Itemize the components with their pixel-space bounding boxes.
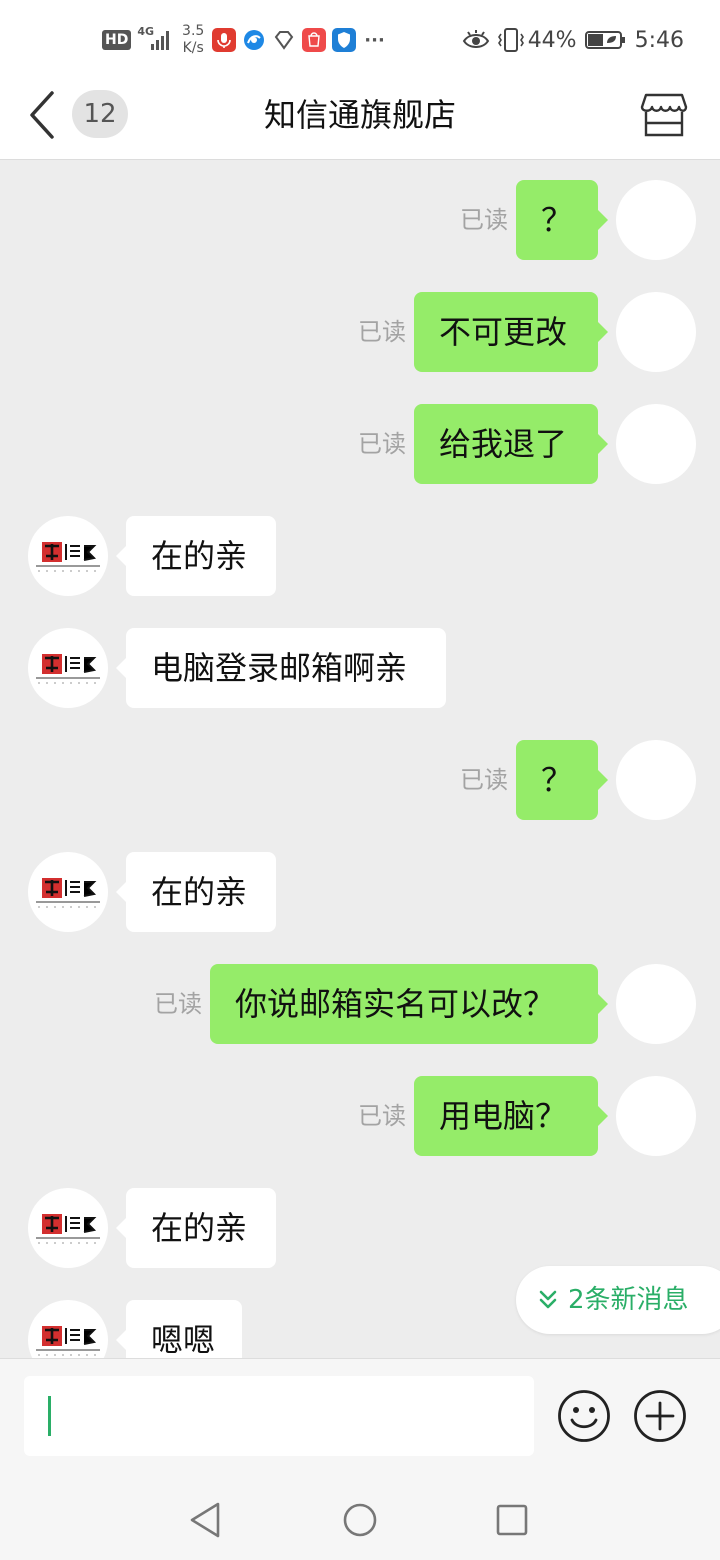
message-text: 你说邮箱实名可以改？ bbox=[235, 985, 556, 1023]
new-messages-button[interactable]: 2条新消息 bbox=[516, 1266, 720, 1334]
my-avatar[interactable] bbox=[616, 740, 696, 820]
my-avatar[interactable] bbox=[616, 180, 696, 260]
nav-home-icon[interactable] bbox=[340, 1500, 380, 1540]
message-text: ？ bbox=[541, 201, 574, 239]
message-text: 在的亲 bbox=[151, 537, 248, 575]
read-receipt: 已读 bbox=[358, 430, 406, 458]
more-notifications-icon: ··· bbox=[364, 29, 385, 51]
my-avatar[interactable] bbox=[616, 404, 696, 484]
emoji-icon[interactable] bbox=[557, 1389, 611, 1443]
page-title: 知信通旗舰店 bbox=[263, 96, 456, 134]
appgallery-app-icon bbox=[302, 28, 327, 52]
text-caret bbox=[48, 1396, 51, 1436]
read-receipt: 已读 bbox=[460, 766, 508, 794]
battery-percent: 44% bbox=[527, 27, 577, 53]
chat-header: 12 知信通旗舰店 bbox=[0, 80, 720, 160]
status-left-icons: HD 4G 3.5 K/s ··· bbox=[102, 0, 385, 80]
recorder-app-icon bbox=[212, 28, 237, 52]
message-text: 给我退了 bbox=[439, 425, 568, 463]
message-bubble[interactable]: 不可更改 bbox=[414, 292, 608, 372]
network-speed-value: 3.5 bbox=[182, 23, 205, 39]
input-bar bbox=[0, 1358, 720, 1480]
new-messages-label: 2条新消息 bbox=[568, 1285, 689, 1315]
message-text: 不可更改 bbox=[439, 313, 568, 351]
diamond-app-icon bbox=[275, 31, 294, 50]
message-input[interactable] bbox=[24, 1376, 534, 1456]
network-speed: 3.5 K/s bbox=[182, 23, 204, 57]
status-bar: HD 4G 3.5 K/s ··· 44% 5:46 bbox=[0, 0, 720, 80]
message-bubble[interactable]: ？ bbox=[516, 180, 608, 260]
vibrate-icon bbox=[497, 28, 524, 52]
network-type: 4G bbox=[137, 24, 155, 38]
shop-avatar[interactable] bbox=[28, 852, 108, 932]
shop-logo-icon bbox=[36, 878, 100, 908]
security-app-icon bbox=[332, 28, 357, 52]
message-bubble[interactable]: 在的亲 bbox=[116, 852, 276, 932]
message-text: 在的亲 bbox=[151, 873, 248, 911]
network-speed-unit: K/s bbox=[182, 40, 204, 56]
message-text: 用电脑？ bbox=[439, 1097, 568, 1135]
status-right-icons: 44% 5:46 bbox=[462, 0, 684, 80]
message-text: 在的亲 bbox=[151, 1209, 248, 1247]
my-avatar[interactable] bbox=[616, 1076, 696, 1156]
shop-logo-icon bbox=[36, 542, 100, 572]
store-icon[interactable] bbox=[640, 93, 688, 137]
double-chevron-down-icon bbox=[539, 1290, 557, 1309]
message-text: 电脑登录邮箱啊亲 bbox=[151, 649, 408, 687]
message-bubble[interactable]: 给我退了 bbox=[414, 404, 608, 484]
read-receipt: 已读 bbox=[358, 318, 406, 346]
read-receipt: 已读 bbox=[358, 1102, 406, 1130]
my-avatar[interactable] bbox=[616, 964, 696, 1044]
eye-comfort-icon bbox=[462, 30, 489, 48]
read-receipt: 已读 bbox=[460, 206, 508, 234]
nav-back-icon[interactable] bbox=[186, 1500, 226, 1540]
shop-logo-icon bbox=[36, 654, 100, 684]
my-avatar[interactable] bbox=[616, 292, 696, 372]
shop-logo-icon bbox=[36, 1326, 100, 1356]
system-nav-bar bbox=[0, 1480, 720, 1560]
shop-avatar[interactable] bbox=[28, 516, 108, 596]
shop-logo-icon bbox=[36, 1214, 100, 1244]
hd-indicator: HD bbox=[102, 30, 132, 50]
message-bubble[interactable]: 电脑登录邮箱啊亲 bbox=[116, 628, 446, 708]
message-bubble[interactable]: 在的亲 bbox=[116, 1188, 276, 1268]
message-bubble[interactable]: 你说邮箱实名可以改？ bbox=[210, 964, 608, 1044]
shop-avatar[interactable] bbox=[28, 1188, 108, 1268]
read-receipt: 已读 bbox=[154, 990, 202, 1018]
message-text: ？ bbox=[541, 761, 574, 799]
shop-avatar[interactable] bbox=[28, 1300, 108, 1358]
message-bubble[interactable]: ？ bbox=[516, 740, 608, 820]
message-text: 嗯嗯 bbox=[151, 1321, 216, 1358]
nav-recents-icon[interactable] bbox=[492, 1500, 532, 1540]
message-bubble[interactable]: 在的亲 bbox=[116, 516, 276, 596]
clock: 5:46 bbox=[634, 27, 684, 53]
shop-avatar[interactable] bbox=[28, 628, 108, 708]
browser-app-icon bbox=[244, 30, 265, 50]
message-list[interactable]: 已读 ？ 已读 不可更改 已读 给我退了 在的亲 电脑登录邮箱啊亲 已读 ？ 在… bbox=[0, 160, 720, 1358]
message-bubble[interactable]: 嗯嗯 bbox=[116, 1300, 242, 1358]
plus-icon[interactable] bbox=[633, 1389, 687, 1443]
message-bubble[interactable]: 用电脑？ bbox=[414, 1076, 608, 1156]
battery-icon bbox=[584, 31, 625, 49]
